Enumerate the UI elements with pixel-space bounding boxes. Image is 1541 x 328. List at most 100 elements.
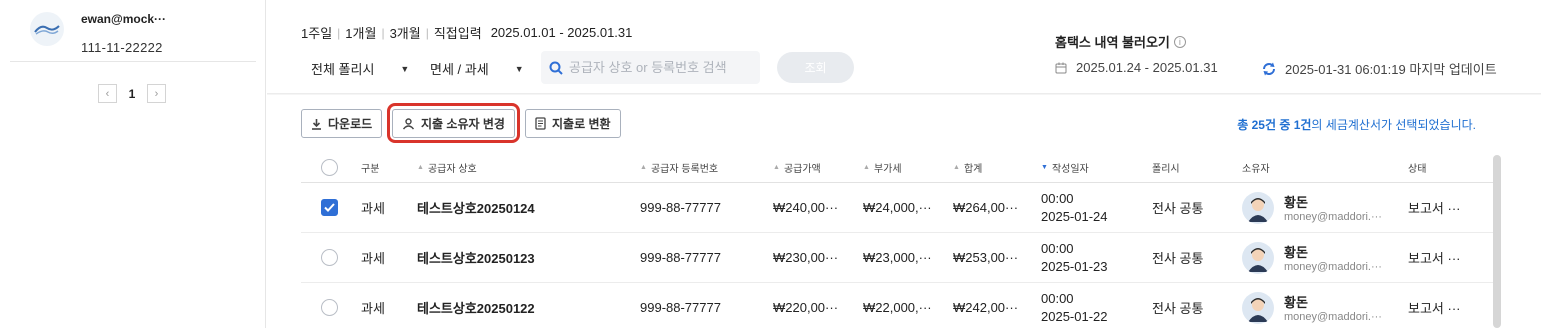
header-biz-no[interactable]: ▲ 공급자 등록번호 [640,160,773,175]
cell-date: 00:00 2025-01-23 [1041,240,1152,276]
caret-down-icon: ▼ [514,63,524,74]
tax-type-select[interactable]: 면세 / 과세 ▼ [430,59,524,78]
header-total-label: 합계 [963,164,983,175]
cell-date-text: 2025-01-22 [1041,308,1108,324]
info-icon[interactable]: i [1173,35,1186,48]
cell-type: 과세 [361,201,385,216]
download-label: 다운로드 [328,117,373,131]
policy-select-value: 전체 폴리시 [311,62,375,77]
cell-policy: 전사 공통 [1152,201,1204,216]
header-vat[interactable]: ▲ 부가세 [863,160,953,175]
business-number: 111-11-22222 [81,40,163,55]
row-checkbox[interactable] [321,249,338,266]
date-range[interactable]: 2025.01.01 - 2025.01.31 [491,25,633,40]
last-update-text: 2025-01-31 06:01:19 마지막 업데이트 [1285,62,1497,77]
header-supply[interactable]: ▲ 공급가액 [773,160,863,175]
owner-name: 황돈 [1284,195,1308,210]
sidebar: ewan@mock··· 111-11-22222 ‹ 1 › [0,0,266,328]
pagination: ‹ 1 › [98,84,166,103]
document-icon [535,117,546,130]
header-date-label: 작성일자 [1051,164,1089,175]
cell-date-text: 2025-01-23 [1041,258,1108,274]
search-input[interactable] [569,60,749,75]
chevron-left-icon[interactable]: ‹ [98,84,117,103]
vertical-scrollbar[interactable] [1493,155,1501,328]
row-check-cell [301,249,361,266]
calendar-icon [1055,62,1067,73]
period-1month[interactable]: 1개월 [345,23,376,42]
cell-supplier: 테스트상호20250123 [417,251,535,266]
hometax-update: 2025-01-31 06:01:19 마지막 업데이트 [1261,59,1497,78]
cell-type: 과세 [361,301,385,316]
download-icon [312,118,321,130]
owner-email: money@maddori.··· [1284,311,1382,323]
sort-icon: ▲ [953,164,960,171]
table-row[interactable]: 과세 테스트상호20250122 999-88-77777 ₩220,00···… [301,283,1497,328]
owner-email: money@maddori.··· [1284,211,1382,223]
avatar [1242,241,1274,274]
cell-supply: ₩220,00··· [773,300,839,315]
cell-status: 보고서 ··· [1408,201,1461,216]
header-total[interactable]: ▲ 합계 [953,160,1041,175]
cell-vat: ₩23,000,··· [863,250,932,265]
inquiry-button[interactable]: 조회 [777,52,854,83]
period-selector: 1주일 | 1개월 | 3개월 | 직접입력 2025.01.01 - 2025… [301,23,632,42]
hometax-range-text: 2025.01.24 - 2025.01.31 [1076,60,1218,75]
header-policy: 폴리시 [1152,164,1180,175]
table-header: 구분 ▲︎ 공급자 상호 ▲ 공급자 등록번호 ▲ 공급가액 ▲ 부가세 ▲ 합계 ▼ 작성… [301,153,1497,183]
company-logo [30,12,64,46]
header-supplier[interactable]: ▲︎ 공급자 상호 [417,160,640,175]
refresh-icon[interactable] [1261,61,1277,77]
highlight-annotation [387,103,520,143]
select-all-checkbox[interactable] [321,159,338,176]
check-icon [324,203,335,212]
cell-biz-no: 999-88-77777 [640,250,721,265]
period-custom[interactable]: 직접입력 [434,23,482,42]
account-card[interactable]: ewan@mock··· 111-11-22222 [10,0,256,62]
cell-date: 00:00 2025-01-24 [1041,190,1152,226]
sort-desc-icon: ▼ [1041,164,1048,171]
header-biz-no-label: 공급자 등록번호 [650,164,719,175]
cell-total: ₩264,00··· [953,200,1019,215]
cell-policy: 전사 공통 [1152,301,1204,316]
hometax-range: 2025.01.24 - 2025.01.31 [1055,60,1218,75]
chevron-right-icon[interactable]: › [147,84,166,103]
table-row[interactable]: 과세 테스트상호20250123 999-88-77777 ₩230,00···… [301,233,1497,283]
invoice-table: 구분 ▲︎ 공급자 상호 ▲ 공급자 등록번호 ▲ 공급가액 ▲ 부가세 ▲ 합계 ▼ 작성… [301,153,1497,328]
header-vat-label: 부가세 [873,164,902,175]
cell-owner: 황돈 money@maddori.··· [1242,241,1408,274]
sort-icon: ▲ [863,164,870,171]
row-check-cell [301,299,361,316]
selection-summary: 총 25건 중 1건의 세금계산서가 선택되었습니다. [1237,116,1476,133]
cell-supply: ₩240,00··· [773,200,839,215]
search-icon [549,61,563,75]
policy-select[interactable]: 전체 폴리시 ▼ [311,59,409,78]
cell-owner: 황돈 money@maddori.··· [1242,291,1408,324]
filter-bar: 1주일 | 1개월 | 3개월 | 직접입력 2025.01.01 - 2025… [267,0,1541,94]
cell-supplier: 테스트상호20250122 [417,301,535,316]
avatar [1242,291,1274,324]
cell-supplier: 테스트상호20250124 [417,201,535,216]
main-area: 1주일 | 1개월 | 3개월 | 직접입력 2025.01.01 - 2025… [267,0,1541,328]
period-1week[interactable]: 1주일 [301,23,332,42]
table-row[interactable]: 과세 테스트상호20250124 999-88-77777 ₩240,00···… [301,183,1497,233]
row-checkbox[interactable] [321,199,338,216]
cell-status: 보고서 ··· [1408,251,1461,266]
convert-expense-button[interactable]: 지출로 변환 [525,109,621,138]
cell-time-text: 00:00 [1041,240,1074,256]
download-button[interactable]: 다운로드 [301,109,383,138]
row-checkbox[interactable] [321,299,338,316]
cell-vat: ₩22,000,··· [863,300,932,315]
owner-name: 황돈 [1284,245,1308,260]
cell-vat: ₩24,000,··· [863,200,932,215]
invoice-panel: 다운로드 지출 소유자 변경 지출로 변환 총 25건 중 1건의 세금계산서가… [267,95,1541,328]
tax-select-value: 면세 / 과세 [430,62,489,77]
page-number[interactable]: 1 [123,87,141,101]
period-3months[interactable]: 3개월 [390,23,421,42]
header-date[interactable]: ▼ 작성일자 [1041,160,1152,175]
cell-status: 보고서 ··· [1408,301,1461,316]
convert-label: 지출로 변환 [552,117,611,131]
header-supplier-label: 공급자 상호 [427,164,477,175]
divider: | [425,25,429,40]
cell-type: 과세 [361,251,385,266]
